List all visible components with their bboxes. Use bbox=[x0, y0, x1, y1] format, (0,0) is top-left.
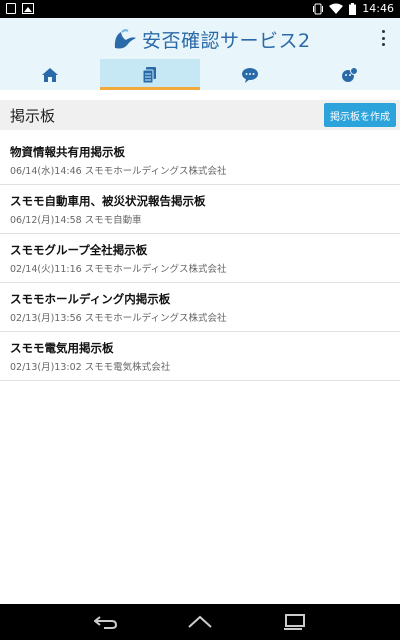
create-board-button[interactable]: 掲示板を作成 bbox=[324, 103, 396, 127]
board-list-item[interactable]: スモモ電気用掲示板 02/13(月)13:02 スモモ電気株式会社 bbox=[0, 332, 400, 381]
image-notification-icon bbox=[22, 3, 34, 14]
board-list-item[interactable]: スモモグループ全社掲示板 02/14(火)11:16 スモモホールディングス株式… bbox=[0, 234, 400, 283]
board-icon bbox=[143, 66, 156, 83]
dot-icon bbox=[381, 43, 385, 46]
home-button[interactable] bbox=[185, 610, 215, 634]
notification-icon bbox=[6, 3, 16, 14]
board-title: スモモホールディング内掲示板 bbox=[10, 292, 171, 306]
tab-profile[interactable] bbox=[300, 59, 400, 90]
dove-icon bbox=[114, 28, 136, 48]
wifi-icon bbox=[329, 3, 344, 14]
board-meta: 02/13(月)13:56 スモモホールディングス株式会社 bbox=[10, 313, 227, 324]
board-title: 物資情報共有用掲示板 bbox=[10, 145, 125, 159]
dot-icon bbox=[381, 36, 385, 40]
board-list-item[interactable]: スモモホールディング内掲示板 02/13(月)13:56 スモモホールディングス… bbox=[0, 283, 400, 332]
app-logo: 安否確認サービス2 bbox=[112, 26, 311, 53]
recents-icon bbox=[284, 614, 305, 630]
board-meta: 02/13(月)13:02 スモモ電気株式会社 bbox=[10, 362, 171, 373]
board-meta: 02/14(火)11:16 スモモホールディングス株式会社 bbox=[10, 264, 227, 275]
home-icon bbox=[42, 67, 58, 82]
vibrate-icon bbox=[313, 3, 324, 14]
battery-icon bbox=[349, 2, 357, 15]
recents-button[interactable] bbox=[279, 610, 309, 634]
board-meta: 06/12(月)14:58 スモモ自動車 bbox=[10, 215, 142, 226]
back-icon bbox=[94, 616, 118, 629]
tab-bar bbox=[0, 59, 400, 90]
board-title: スモモ電気用掲示板 bbox=[10, 341, 114, 355]
tab-home[interactable] bbox=[0, 59, 100, 90]
section-header: 掲示板 掲示板を作成 bbox=[0, 100, 400, 130]
chat-icon bbox=[242, 67, 258, 83]
board-meta: 06/14(水)14:46 スモモホールディングス株式会社 bbox=[10, 166, 227, 177]
profile-icon bbox=[342, 66, 358, 82]
system-nav-bar bbox=[0, 604, 400, 640]
app-header: 安否確認サービス2 bbox=[0, 18, 400, 90]
page-title: 掲示板 bbox=[10, 107, 56, 125]
board-list-item[interactable]: スモモ自動車用、被災状況報告掲示板 06/12(月)14:58 スモモ自動車 bbox=[0, 185, 400, 234]
back-button[interactable] bbox=[91, 610, 121, 634]
tab-message[interactable] bbox=[200, 59, 300, 90]
dot-icon bbox=[381, 30, 385, 33]
overflow-menu-button[interactable] bbox=[380, 30, 386, 46]
app-title: 安否確認サービス2 bbox=[142, 30, 311, 52]
board-list-item[interactable]: 物資情報共有用掲示板 06/14(水)14:46 スモモホールディングス株式会社 bbox=[0, 136, 400, 185]
home-nav-icon bbox=[188, 615, 212, 628]
board-title: スモモ自動車用、被災状況報告掲示板 bbox=[10, 194, 206, 208]
board-list: 物資情報共有用掲示板 06/14(水)14:46 スモモホールディングス株式会社… bbox=[0, 136, 400, 381]
clock: 14:46 bbox=[362, 2, 394, 15]
tab-board[interactable] bbox=[100, 59, 200, 90]
status-bar: 14:46 bbox=[0, 0, 400, 18]
board-title: スモモグループ全社掲示板 bbox=[10, 243, 148, 257]
